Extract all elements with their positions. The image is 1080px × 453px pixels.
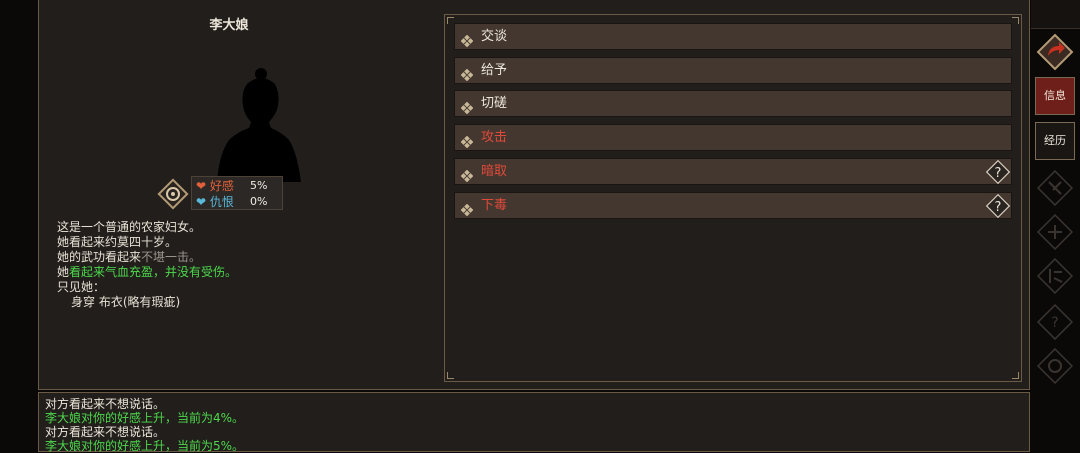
help-icon[interactable]: ? xyxy=(984,158,1012,186)
martial-suffix: 。 xyxy=(189,250,202,264)
svg-text:?: ? xyxy=(1051,315,1058,331)
svg-text:?: ? xyxy=(995,166,1002,181)
svg-text:?: ? xyxy=(995,200,1002,215)
log-line: 对方看起来不想说话。 xyxy=(45,425,166,439)
npc-portrait-silhouette xyxy=(217,68,301,182)
frame-corner xyxy=(447,372,454,379)
help-icon[interactable]: ? xyxy=(984,192,1012,220)
action-label: 切磋 xyxy=(481,96,508,112)
action-button[interactable]: 给予 xyxy=(454,56,1012,84)
log-line: 李大娘对你的好感上升，当前为5%。 xyxy=(45,439,245,453)
health-value: 看起来气血充盈，并没有受伤。 xyxy=(69,265,238,279)
description-line: 这是一个普通的农家妇女。 xyxy=(57,220,202,234)
wear-label: 身穿 xyxy=(71,295,96,309)
log-line: 对方看起来不想说话。 xyxy=(45,397,166,411)
wear-item: 布衣 xyxy=(98,295,123,309)
message-log: 对方看起来不想说话。 李大娘对你的好感上升，当前为4%。 对方看起来不想说话。 … xyxy=(45,397,244,453)
log-line: 李大娘对你的好感上升，当前为4%。 xyxy=(45,411,245,425)
action-button[interactable]: 下毒? xyxy=(454,191,1012,220)
info-tab[interactable]: 信息 xyxy=(1035,77,1075,115)
relationship-box: ❤ 好感 5% ❤ 仇恨 0% xyxy=(191,176,283,210)
action-button[interactable]: 切磋 xyxy=(454,90,1012,118)
npc-name: 李大娘 xyxy=(209,18,249,33)
relationship-emblem-icon xyxy=(157,178,189,210)
back-arrow-icon[interactable] xyxy=(1035,32,1075,72)
frame-corner xyxy=(1012,17,1019,24)
martial-line: 她的武功看起来不堪一击。 xyxy=(57,250,237,265)
diamond-bullet-icon xyxy=(460,31,474,48)
affection-label: 好感 xyxy=(209,179,234,193)
side-menu: 信息 经历 ? xyxy=(1031,0,1080,446)
diamond-bullet-icon xyxy=(460,65,474,82)
description-line: 她看起来约莫四十岁。 xyxy=(57,235,178,249)
settings-icon[interactable] xyxy=(1035,346,1075,386)
heart-icon: ❤ xyxy=(196,195,207,209)
npc-description: 这是一个普通的农家妇女。 她看起来约莫四十岁。 她的武功看起来不堪一击。 她看起… xyxy=(57,220,237,310)
appearance-wear-line: 身穿 布衣(略有瑕疵) xyxy=(57,295,237,310)
martial-prefix: 她的武功看起来 xyxy=(57,250,142,264)
action-button[interactable]: 暗取? xyxy=(454,157,1012,186)
tab-faint-icon[interactable] xyxy=(1035,168,1075,208)
npc-info-panel: 李大娘 ❤ 好感 5% ❤ 仇恨 0% 这是一个普通的农家妇女。 她看起来约莫四… xyxy=(38,0,1030,390)
action-label: 下毒 xyxy=(481,197,508,213)
action-label: 暗取 xyxy=(481,163,508,179)
heart-icon: ❤ xyxy=(196,179,207,193)
hatred-label: 仇恨 xyxy=(209,195,234,209)
action-label: 攻击 xyxy=(481,130,508,146)
side-header xyxy=(1031,0,1080,29)
actions-panel: 交谈 给予 切磋 攻击 暗取? 下毒? xyxy=(444,14,1022,382)
appearance-heading: 只见她： xyxy=(57,280,106,294)
action-button[interactable]: 交谈 xyxy=(454,23,1012,50)
diamond-bullet-icon xyxy=(460,200,474,216)
diamond-bullet-icon xyxy=(460,98,474,115)
tab-faint-icon[interactable] xyxy=(1035,212,1075,252)
message-log-panel: 对方看起来不想说话。 李大娘对你的好感上升，当前为4%。 对方看起来不想说话。 … xyxy=(38,392,1030,453)
help-icon[interactable]: ? xyxy=(1035,302,1075,342)
frame-corner xyxy=(1012,372,1019,379)
health-line: 她看起来气血充盈，并没有受伤。 xyxy=(57,265,237,280)
tab-faint-icon[interactable] xyxy=(1035,256,1075,296)
hatred-row: ❤ 仇恨 0% xyxy=(196,194,267,210)
action-label: 给予 xyxy=(481,62,508,78)
affection-row: ❤ 好感 5% xyxy=(196,178,267,194)
diamond-bullet-icon xyxy=(460,132,474,149)
wear-note: (略有瑕疵) xyxy=(122,295,181,309)
action-button[interactable]: 攻击 xyxy=(454,124,1012,152)
history-tab[interactable]: 经历 xyxy=(1035,122,1075,160)
martial-value: 不堪一击 xyxy=(141,250,190,264)
action-label: 交谈 xyxy=(481,29,508,44)
health-prefix: 她 xyxy=(57,265,70,279)
hatred-value: 0% xyxy=(250,195,268,208)
diamond-bullet-icon xyxy=(460,166,474,183)
affection-value: 5% xyxy=(250,179,268,192)
frame-corner xyxy=(447,17,454,24)
